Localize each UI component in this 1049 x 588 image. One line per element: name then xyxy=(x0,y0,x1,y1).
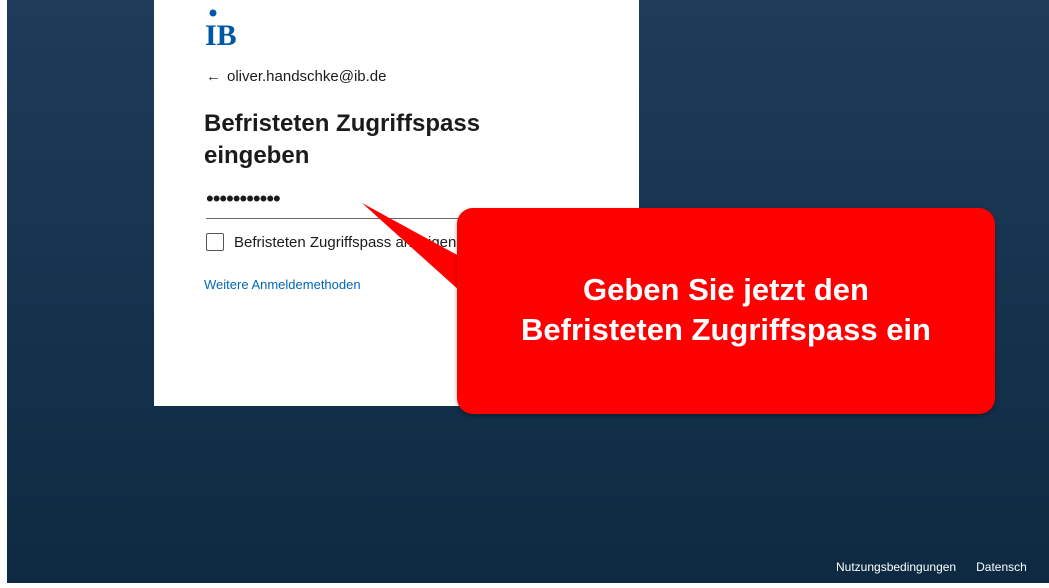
callout-text: Geben Sie jetzt den Befristeten Zugriffs… xyxy=(457,270,995,350)
title-line-1: Befristeten Zugriffspass xyxy=(204,110,481,137)
show-pass-row[interactable]: Befristeten Zugriffspass anzeigen xyxy=(206,233,456,251)
callout-line-2: Befristeten Zugriffspass ein xyxy=(521,312,931,347)
account-email: oliver.handschke@ib.de xyxy=(227,68,387,85)
account-back-link[interactable]: ← oliver.handschke@ib.de xyxy=(206,68,387,85)
logo-text: IB xyxy=(205,19,237,48)
page-title: Befristeten Zugriffspass eingeben xyxy=(204,108,524,172)
show-pass-checkbox[interactable] xyxy=(206,233,224,251)
ib-logo: IB xyxy=(205,9,237,48)
arrow-left-icon[interactable]: ← xyxy=(206,68,221,85)
terms-link[interactable]: Nutzungsbedingungen xyxy=(836,560,956,580)
instruction-callout: Geben Sie jetzt den Befristeten Zugriffs… xyxy=(457,208,995,414)
footer-links: Nutzungsbedingungen Datensch xyxy=(836,560,1049,580)
privacy-link[interactable]: Datensch xyxy=(976,560,1027,580)
show-pass-label: Befristeten Zugriffspass anzeigen xyxy=(234,233,457,251)
title-line-2: eingeben xyxy=(204,142,310,169)
callout-line-1: Geben Sie jetzt den xyxy=(583,272,869,307)
more-signin-methods-link[interactable]: Weitere Anmeldemethoden xyxy=(204,277,361,292)
